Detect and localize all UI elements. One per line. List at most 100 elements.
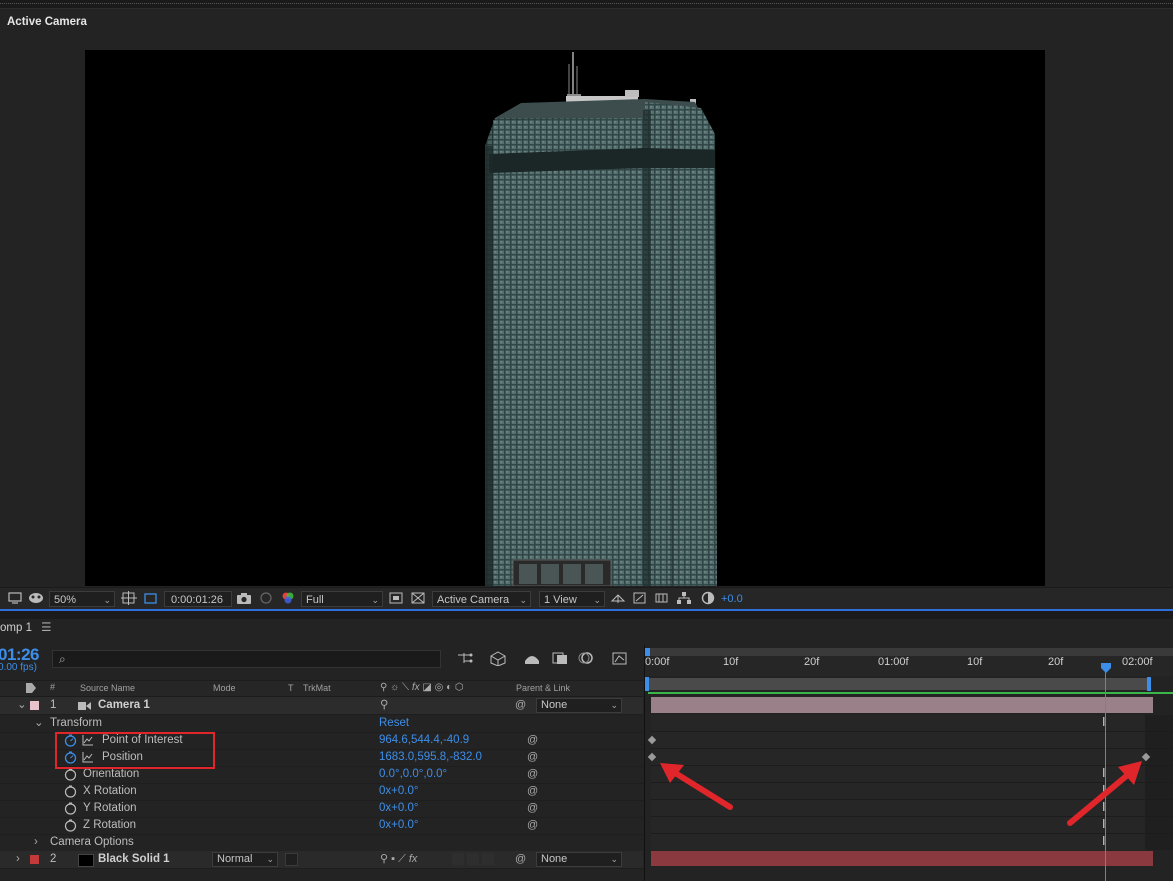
layer-label-color[interactable] bbox=[30, 855, 39, 864]
shy-switch-icon[interactable]: ⚲ bbox=[380, 697, 388, 714]
reset-exposure-icon[interactable] bbox=[700, 591, 716, 607]
layer-row-camera[interactable]: ⌄ 1 Camera 1 ⚲ @ None ⌄ bbox=[0, 697, 643, 715]
layer-name[interactable]: Black Solid 1 bbox=[98, 851, 170, 868]
property-row-x-rotation[interactable]: X Rotation 0x+0.0° @ bbox=[0, 783, 643, 801]
timeline-fps: 0.00 fps) bbox=[0, 662, 37, 673]
panel-menu-icon[interactable]: ☰ bbox=[41, 622, 51, 634]
flowchart-icon[interactable] bbox=[676, 591, 692, 607]
stopwatch-icon[interactable] bbox=[64, 768, 77, 781]
time-navigator[interactable] bbox=[645, 648, 1173, 656]
work-area-end-handle[interactable] bbox=[1147, 677, 1151, 691]
blend-mode-dropdown[interactable]: Normal ⌄ bbox=[212, 852, 278, 867]
view-layout-dropdown[interactable]: 1 View ⌄ bbox=[539, 591, 605, 607]
stopwatch-icon[interactable] bbox=[64, 785, 77, 798]
frame-blending-icon[interactable] bbox=[551, 651, 569, 665]
layer-label-color[interactable] bbox=[30, 701, 39, 710]
chevron-down-icon: ⌄ bbox=[371, 595, 379, 605]
property-value[interactable]: 0.0°,0.0°,0.0° bbox=[379, 766, 447, 783]
layer-name[interactable]: Camera 1 bbox=[98, 697, 150, 714]
property-row-z-rotation[interactable]: Z Rotation 0x+0.0° @ bbox=[0, 817, 643, 835]
stopwatch-icon[interactable] bbox=[64, 802, 77, 815]
camera-layer-track[interactable] bbox=[651, 697, 1153, 713]
current-time-indicator-head[interactable] bbox=[1100, 662, 1112, 674]
pickwhip-icon[interactable]: @ bbox=[515, 851, 526, 868]
composition-canvas[interactable] bbox=[85, 50, 1045, 586]
expression-pickwhip-icon[interactable]: @ bbox=[527, 783, 538, 800]
zoom-dropdown[interactable]: 50% ⌄ bbox=[49, 591, 115, 607]
work-area-start-handle[interactable] bbox=[645, 677, 649, 691]
transform-group-row[interactable]: ⌄ Transform Reset bbox=[0, 715, 643, 733]
expression-pickwhip-icon[interactable]: @ bbox=[527, 800, 538, 817]
parent-dropdown[interactable]: None ⌄ bbox=[536, 852, 622, 867]
monitor-icon[interactable] bbox=[8, 591, 22, 607]
color-channels-icon[interactable] bbox=[280, 591, 296, 607]
chevron-down-icon: ⌄ bbox=[610, 700, 618, 710]
switch-box[interactable] bbox=[467, 853, 479, 865]
draft-3d-toggle-icon[interactable] bbox=[489, 650, 507, 666]
chevron-right-icon[interactable]: › bbox=[34, 834, 38, 851]
property-value[interactable]: 964.6,544.4,-40.9 bbox=[379, 732, 469, 749]
chevron-down-icon[interactable]: ⌄ bbox=[17, 697, 27, 714]
chevron-down-icon[interactable]: ⌄ bbox=[34, 715, 44, 732]
motion-blur-icon[interactable] bbox=[578, 651, 596, 665]
expression-pickwhip-icon[interactable]: @ bbox=[527, 749, 538, 766]
mode-column: Mode bbox=[213, 683, 236, 693]
switch-box[interactable] bbox=[482, 853, 494, 865]
expression-pickwhip-icon[interactable]: @ bbox=[527, 766, 538, 783]
ruler-tick: 20f bbox=[1048, 656, 1064, 668]
3d-ground-plane-icon[interactable] bbox=[610, 591, 626, 607]
camera-view-dropdown[interactable]: Active Camera ⌄ bbox=[432, 591, 531, 607]
graph-editor-icon[interactable] bbox=[611, 650, 629, 666]
property-value[interactable]: 0x+0.0° bbox=[379, 817, 418, 834]
grid-icon[interactable] bbox=[121, 591, 137, 607]
tab-composition[interactable]: omp 1 ☰ bbox=[0, 620, 51, 634]
viewer-toolbar: 50% ⌄ 0:00:01:26 Full ⌄ Active Camera ⌄ 1 V… bbox=[0, 587, 1173, 610]
camera-snapshot-icon[interactable] bbox=[236, 591, 252, 607]
draft-3d-icon[interactable] bbox=[632, 591, 648, 607]
reset-link[interactable]: Reset bbox=[379, 715, 409, 732]
transparency-grid-icon[interactable] bbox=[411, 591, 425, 607]
fast-previews-icon[interactable] bbox=[389, 591, 403, 607]
arrow-annotation bbox=[1067, 761, 1142, 826]
layer-switches[interactable]: ⚲ ▪ ⟋ fx bbox=[380, 851, 417, 868]
expression-pickwhip-icon[interactable]: @ bbox=[527, 817, 538, 834]
work-area-bar[interactable] bbox=[645, 677, 1151, 691]
ruler-tick: 0:00f bbox=[645, 656, 670, 668]
time-ruler[interactable]: 0:00f 10f 20f 01:00f 10f 20f 02:00f bbox=[645, 656, 1173, 676]
chevron-right-icon[interactable]: › bbox=[16, 851, 20, 868]
render-cache-bar bbox=[648, 692, 1173, 694]
solid-thumbnail-icon bbox=[78, 854, 94, 867]
switches-column-icons: ⚲ ☼ ⟍ fx ◪ ◎ ◐ ⬡ bbox=[380, 682, 464, 693]
layer-row-black-solid[interactable]: › 2 Black Solid 1 Normal ⌄ ⚲ ▪ ⟋ fx @ Non… bbox=[0, 851, 643, 869]
property-value[interactable]: 1683.0,595.8,-832.0 bbox=[379, 749, 482, 766]
layer-column-header: # Source Name Mode T TrkMat ⚲ ☼ ⟍ fx ◪ ◎… bbox=[0, 680, 643, 697]
mask-icon[interactable] bbox=[28, 591, 44, 607]
region-of-interest-icon[interactable] bbox=[143, 591, 159, 607]
t-column: T bbox=[288, 683, 294, 693]
exposure-value[interactable]: +0.0 bbox=[721, 591, 743, 607]
switch-box[interactable] bbox=[452, 853, 464, 865]
ruler-tick: 10f bbox=[967, 656, 983, 668]
layer-number: 2 bbox=[50, 853, 57, 865]
navigator-start-handle[interactable] bbox=[645, 648, 650, 656]
show-snapshot-icon[interactable] bbox=[258, 591, 274, 607]
current-time-field[interactable]: 0:00:01:26 bbox=[164, 591, 232, 607]
expression-pickwhip-icon[interactable]: @ bbox=[527, 732, 538, 749]
preserve-transparency-checkbox[interactable] bbox=[285, 853, 298, 866]
resolution-dropdown[interactable]: Full ⌄ bbox=[301, 591, 383, 607]
extended-viewer-icon[interactable] bbox=[654, 591, 670, 607]
source-name-column[interactable]: Source Name bbox=[80, 683, 135, 693]
chevron-down-icon: ⌄ bbox=[593, 595, 601, 605]
pickwhip-icon[interactable]: @ bbox=[515, 697, 526, 714]
property-row-y-rotation[interactable]: Y Rotation 0x+0.0° @ bbox=[0, 800, 643, 818]
property-value[interactable]: 0x+0.0° bbox=[379, 800, 418, 817]
hide-shy-layers-icon[interactable] bbox=[523, 651, 541, 665]
camera-options-label: Camera Options bbox=[50, 836, 134, 848]
composition-mini-flowchart-icon[interactable] bbox=[456, 651, 474, 665]
stopwatch-icon[interactable] bbox=[64, 819, 77, 832]
parent-dropdown[interactable]: None ⌄ bbox=[536, 698, 622, 713]
property-value[interactable]: 0x+0.0° bbox=[379, 783, 418, 800]
black-solid-layer-track[interactable] bbox=[651, 851, 1153, 866]
camera-options-row[interactable]: › Camera Options bbox=[0, 834, 643, 852]
layer-search-input[interactable]: ⌕ bbox=[52, 650, 441, 668]
